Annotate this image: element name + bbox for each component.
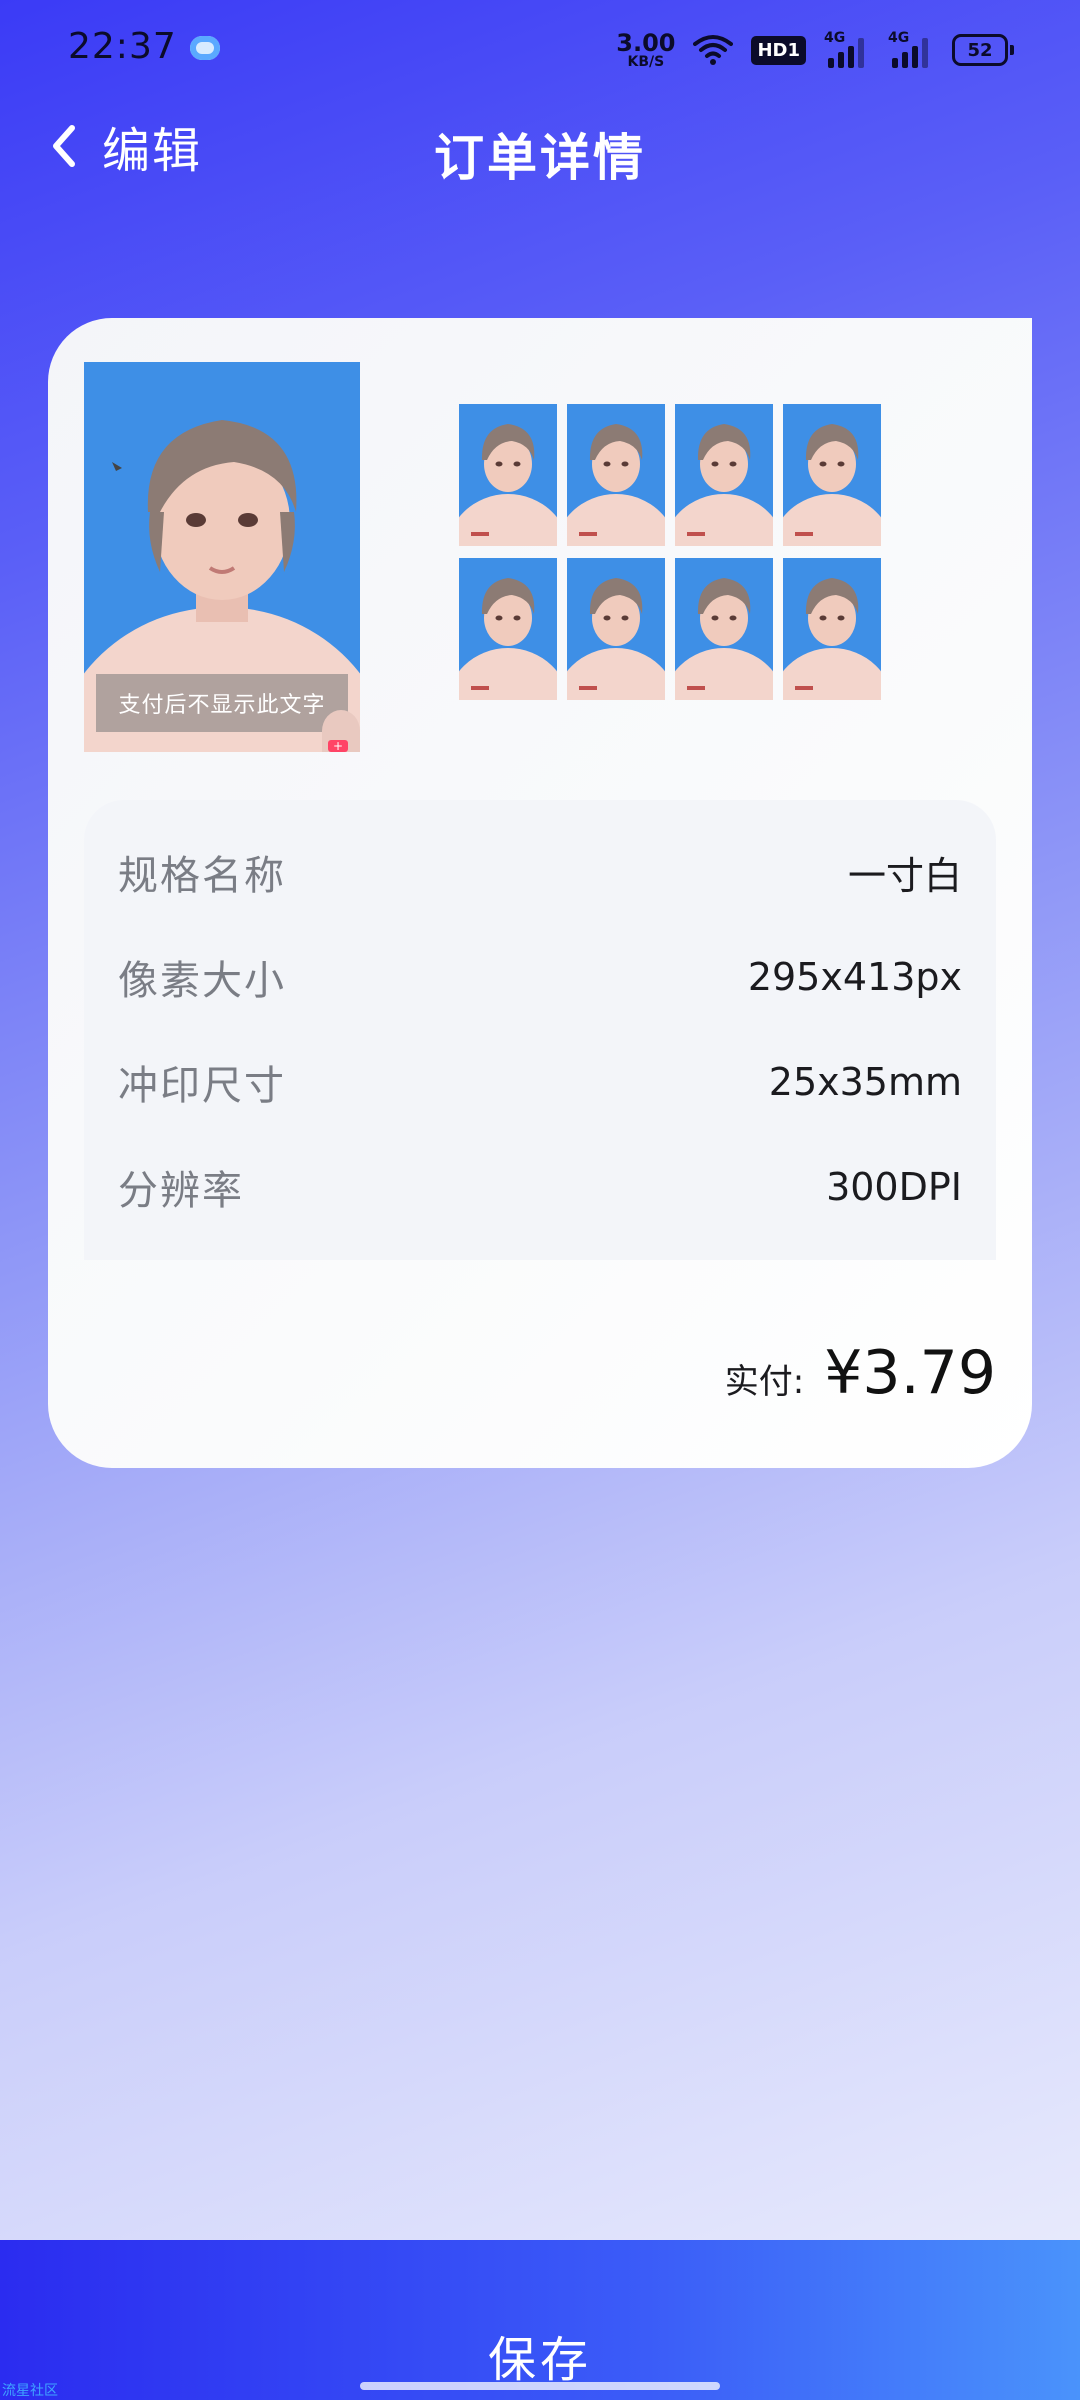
spec-row-name: 规格名称 一寸白 <box>118 842 962 902</box>
page-title: 订单详情 <box>434 129 646 187</box>
print-thumbnail <box>675 558 773 700</box>
spec-label: 分辨率 <box>118 1168 244 1214</box>
print-thumbnail <box>567 558 665 700</box>
print-thumbnail <box>459 404 557 546</box>
wifi-icon <box>693 35 734 65</box>
status-bar: 22:37 3.00 KB/S HD1 4G 4G 52 <box>0 0 1080 100</box>
status-icons: 3.00 KB/S HD1 4G 4G 52 <box>616 28 1014 72</box>
network-speed: 3.00 KB/S <box>616 31 675 69</box>
status-time: 22:37 <box>68 26 177 67</box>
payment-amount: ¥3.79 <box>824 1338 996 1408</box>
battery-icon: 52 <box>952 34 1014 66</box>
spec-value: 一寸白 <box>847 853 962 898</box>
spec-value: 295x413px <box>747 955 962 999</box>
save-label: 保存 <box>487 2332 592 2388</box>
battery-level: 52 <box>952 34 1008 66</box>
home-indicator[interactable] <box>360 2382 720 2390</box>
spec-row-resolution: 分辨率 300DPI <box>118 1157 962 1217</box>
avatar: + <box>322 710 360 752</box>
payment-total: 实付: ¥3.79 <box>725 1338 996 1408</box>
spec-label: 规格名称 <box>118 853 286 899</box>
spec-label: 像素大小 <box>118 958 286 1004</box>
cloud-icon <box>190 36 220 60</box>
print-thumbnail <box>567 404 665 546</box>
spec-value: 300DPI <box>826 1165 962 1209</box>
id-photo-preview: 支付后不显示此文字 + <box>84 362 360 752</box>
payment-label: 实付: <box>724 1362 805 1402</box>
order-detail-screen: 22:37 3.00 KB/S HD1 4G 4G 52 编辑 订单详情 支付后… <box>0 0 1080 2400</box>
print-thumbnail <box>783 558 881 700</box>
spec-table: 规格名称 一寸白 像素大小 295x413px 冲印尺寸 25x35mm 分辨率… <box>84 800 996 1260</box>
save-button[interactable]: 保存 <box>0 2240 1080 2400</box>
top-nav: 编辑 订单详情 <box>0 100 1080 192</box>
spec-row-print-size: 冲印尺寸 25x35mm <box>118 1052 962 1112</box>
print-thumbnail <box>459 558 557 700</box>
hd-badge: HD1 <box>751 35 806 65</box>
spec-row-pixels: 像素大小 295x413px <box>118 947 962 1007</box>
signal-type: 4G <box>824 30 846 46</box>
spec-value: 25x35mm <box>768 1060 962 1104</box>
network-speed-value: 3.00 <box>616 29 676 57</box>
spec-label: 冲印尺寸 <box>118 1063 286 1109</box>
order-card: 支付后不显示此文字 + 规格名称 一寸白 像素大小 295x413px 冲印尺寸… <box>48 318 1032 1468</box>
signal-icon-sim1: 4G <box>824 30 870 68</box>
community-watermark: 流星社区 <box>2 2383 58 2399</box>
signal-icon-sim2: 4G <box>888 30 934 68</box>
print-thumbnail <box>675 404 773 546</box>
signal-type: 4G <box>888 30 910 46</box>
network-speed-unit: KB/S <box>627 54 665 70</box>
print-thumbnail <box>783 404 881 546</box>
watermark-label: 支付后不显示此文字 <box>96 674 348 732</box>
